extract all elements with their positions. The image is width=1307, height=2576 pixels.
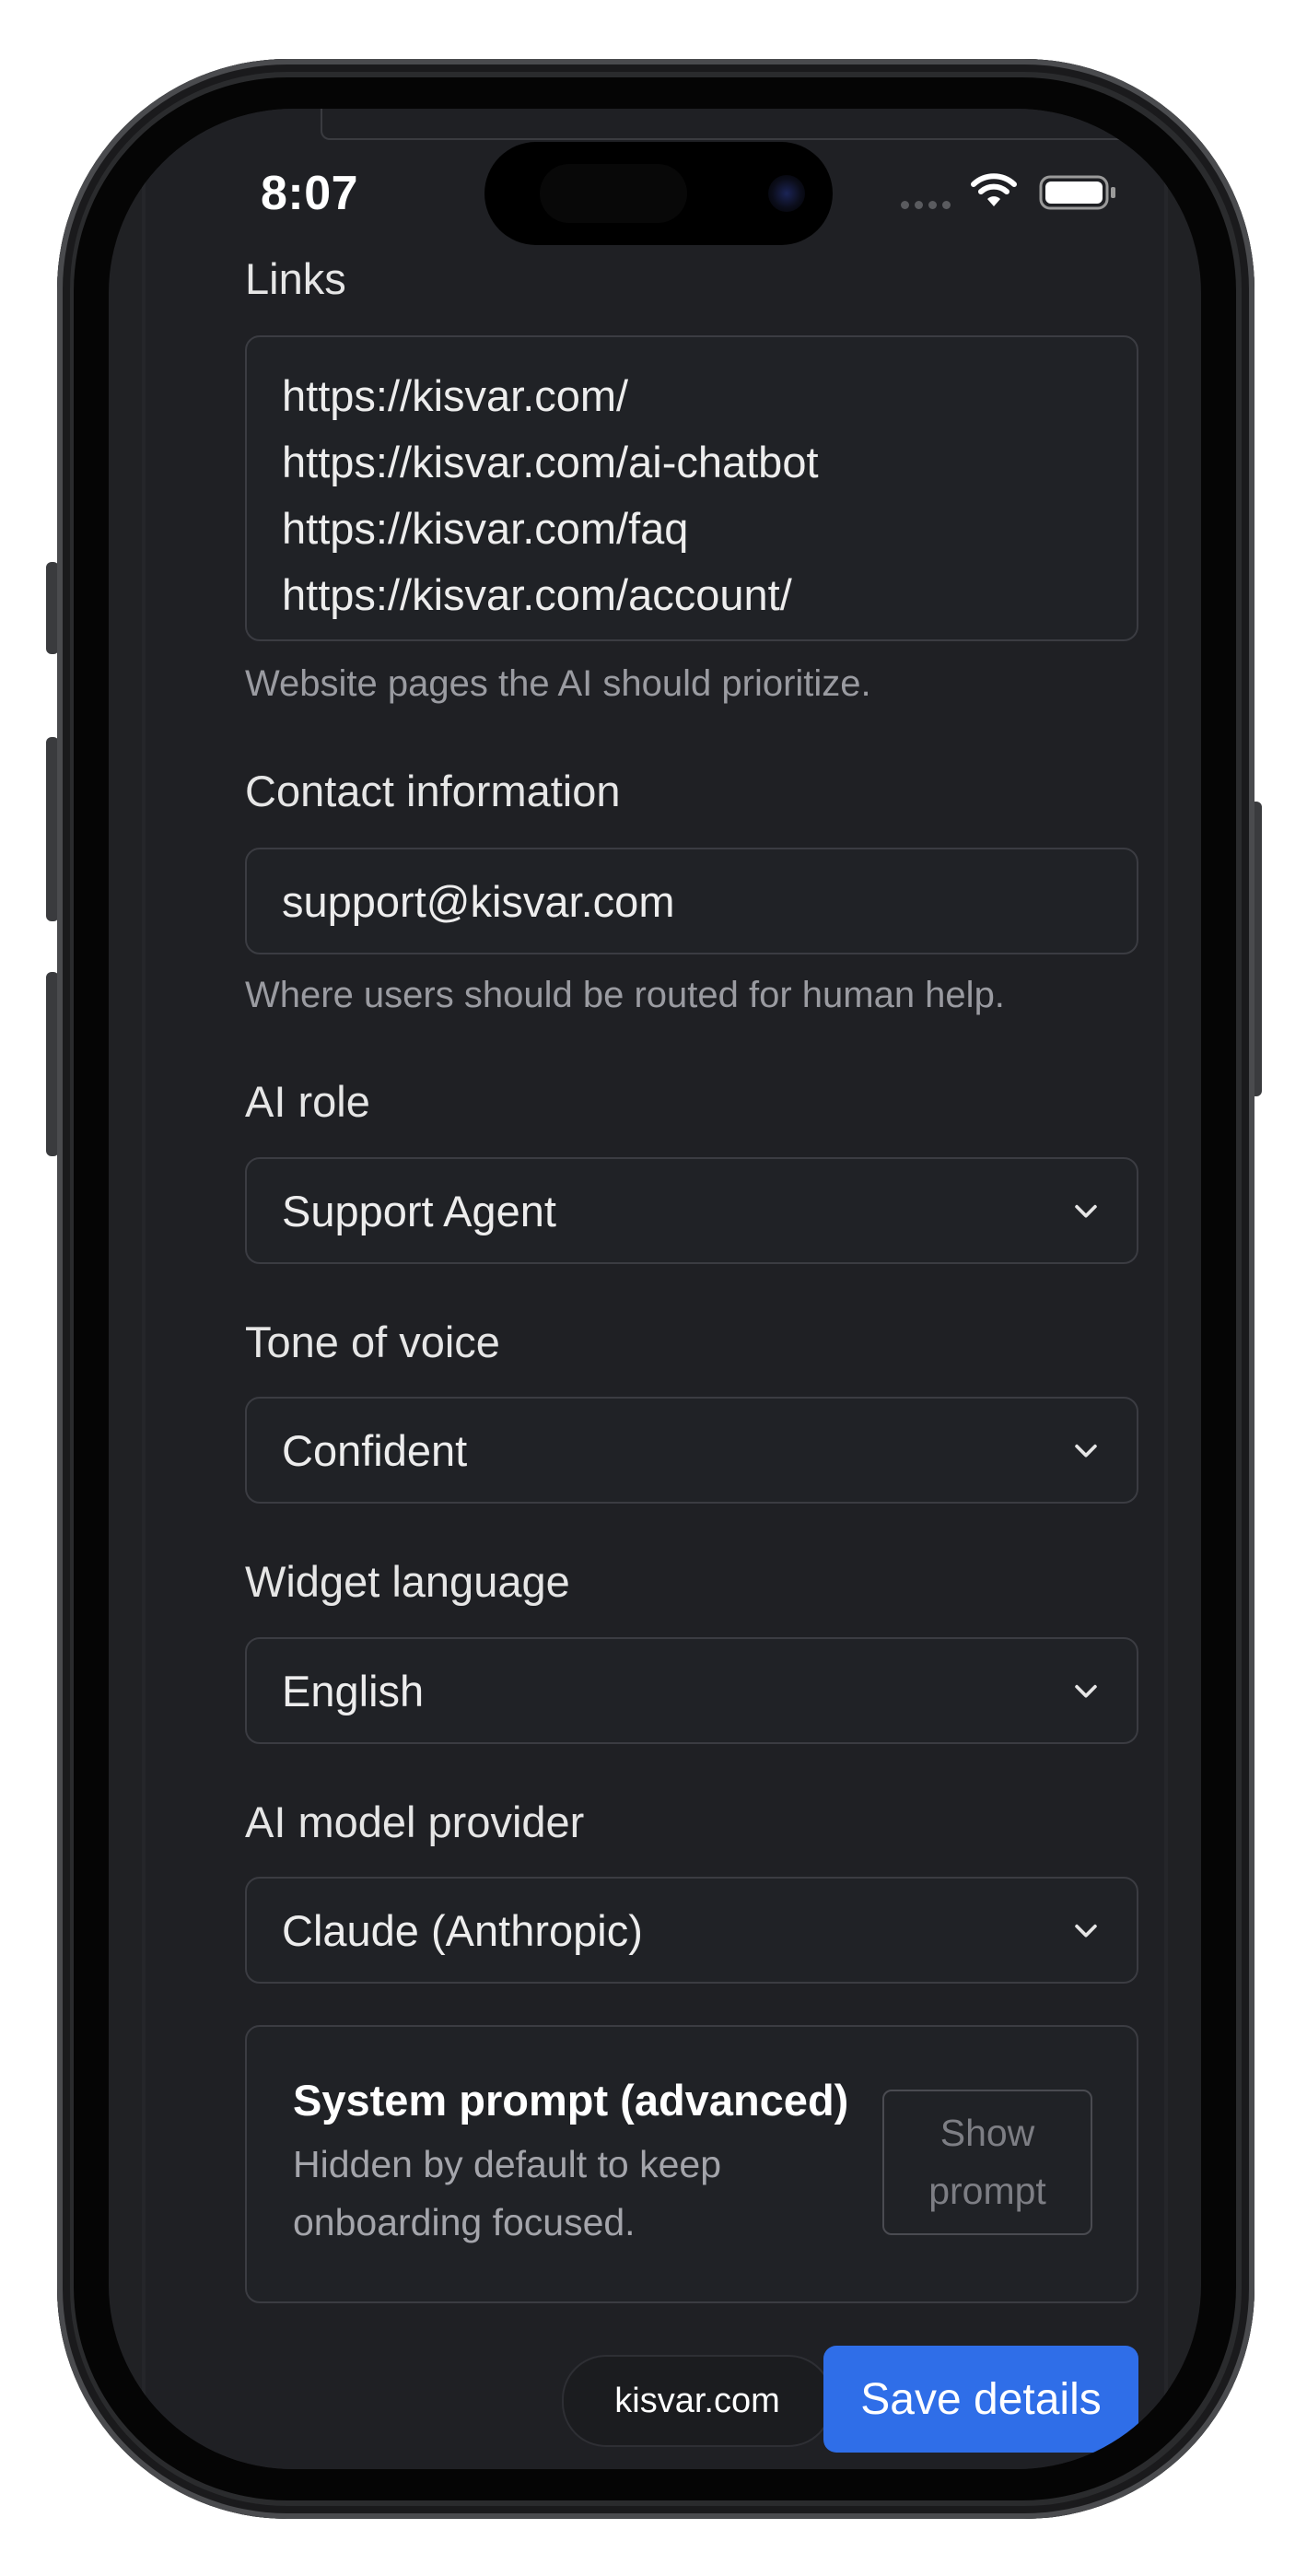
chevron-down-icon xyxy=(1075,1684,1097,1698)
ai-role-label: AI role xyxy=(245,1077,370,1126)
phone-screen: Links https://kisvar.com/ https://kisvar… xyxy=(109,109,1201,2469)
provider-select[interactable]: Claude (Anthropic) xyxy=(245,1877,1138,1984)
link-line: https://kisvar.com/ xyxy=(282,371,629,420)
dynamic-island xyxy=(484,142,833,245)
contact-hint: Where users should be routed for human h… xyxy=(245,975,1005,1015)
system-prompt-card: System prompt (advanced) Hidden by defau… xyxy=(245,2025,1138,2303)
language-label: Widget language xyxy=(245,1557,570,1606)
url-text: kisvar.com xyxy=(614,2381,780,2420)
ai-role-select[interactable]: Support Agent xyxy=(245,1157,1138,1264)
link-line: https://kisvar.com/ai-chatbot xyxy=(282,438,819,486)
tone-value: Confident xyxy=(282,1425,468,1475)
ai-role-value: Support Agent xyxy=(282,1186,556,1235)
chevron-down-icon xyxy=(1075,1924,1097,1938)
language-value: English xyxy=(282,1666,425,1715)
provider-label: AI model provider xyxy=(245,1797,585,1846)
links-hint: Website pages the AI should prioritize. xyxy=(245,663,871,704)
cellular-signal-icon xyxy=(901,201,951,209)
chevron-down-icon xyxy=(1075,1204,1097,1218)
status-time: 8:07 xyxy=(261,167,359,220)
save-details-button[interactable]: Save details xyxy=(823,2346,1138,2453)
system-prompt-description: Hidden by default to keep onboarding foc… xyxy=(293,2143,721,2243)
camera-icon xyxy=(768,175,805,212)
links-label: Links xyxy=(245,254,346,303)
show-prompt-button[interactable]: Show prompt xyxy=(882,2090,1092,2235)
sensor-icon xyxy=(540,164,687,223)
link-line: https://kisvar.com/account/ xyxy=(282,570,792,619)
system-prompt-title: System prompt (advanced) xyxy=(293,2076,849,2125)
chevron-down-icon xyxy=(1075,1444,1097,1458)
settings-panel: Links https://kisvar.com/ https://kisvar… xyxy=(142,109,1201,2469)
contact-input[interactable]: support@kisvar.com xyxy=(245,848,1138,954)
link-line: https://kisvar.com/faq xyxy=(282,504,689,553)
previous-field-edge xyxy=(321,109,1201,140)
provider-value: Claude (Anthropic) xyxy=(282,1905,643,1955)
links-textarea[interactable]: https://kisvar.com/ https://kisvar.com/a… xyxy=(245,335,1138,641)
contact-label: Contact information xyxy=(245,767,621,815)
tone-label: Tone of voice xyxy=(245,1317,500,1366)
battery-icon xyxy=(1039,175,1115,210)
contact-value: support@kisvar.com xyxy=(282,876,675,926)
tone-select[interactable]: Confident xyxy=(245,1397,1138,1504)
address-bar[interactable]: kisvar.com xyxy=(562,2355,833,2447)
wifi-icon xyxy=(971,173,1017,206)
language-select[interactable]: English xyxy=(245,1637,1138,1744)
